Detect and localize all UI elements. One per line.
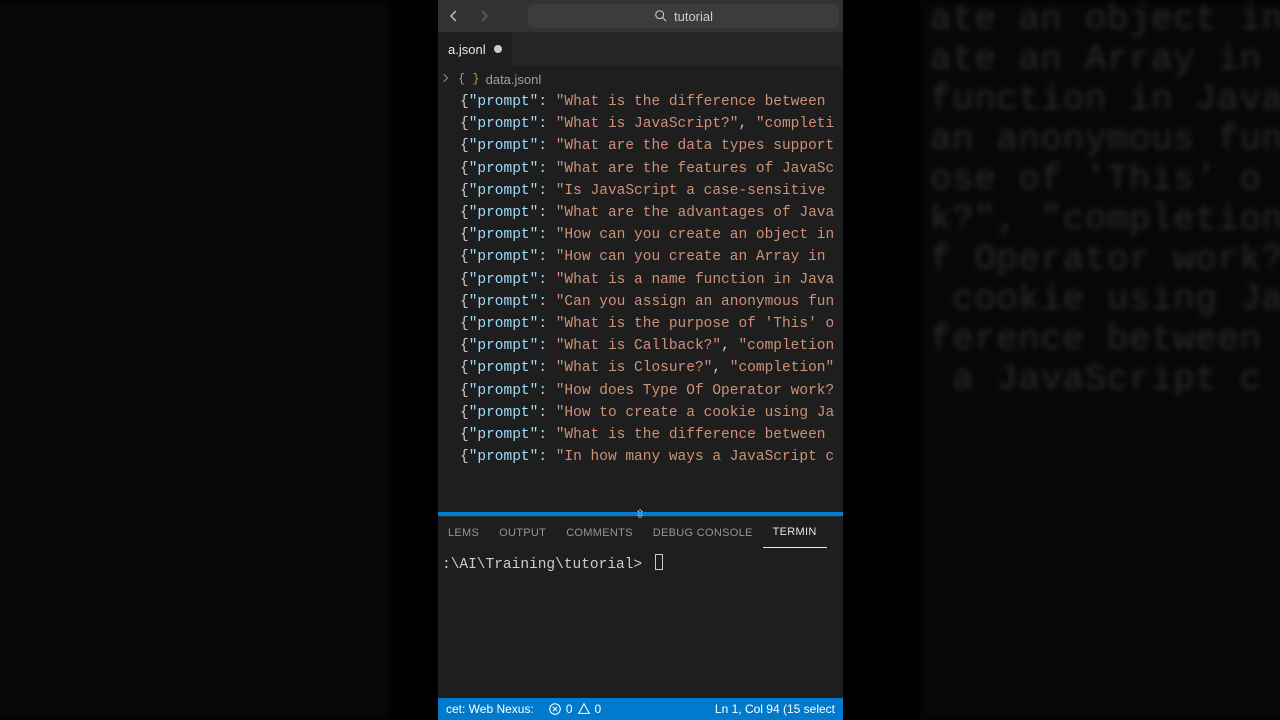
json-file-icon: { } [458,72,480,86]
nav-forward-button[interactable] [472,4,496,28]
code-line[interactable]: {"prompt": "What is the difference betwe… [460,424,843,446]
code-line[interactable]: {"prompt": "What are the features of Jav… [460,158,843,180]
code-line[interactable]: {"prompt": "What are the data types supp… [460,135,843,157]
code-line[interactable]: {"prompt": "What is the purpose of 'This… [460,313,843,335]
panel-resize-handle[interactable]: ⇳ [438,512,843,516]
breadcrumb[interactable]: { } data.jsonl [438,67,843,91]
terminal-cursor-icon [655,554,663,570]
code-line[interactable]: {"prompt": "What is JavaScript?", "compl… [460,113,843,135]
code-line[interactable]: {"prompt": "Is JavaScript a case-sensiti… [460,180,843,202]
terminal-prompt-line: :\AI\Training\tutorial> [442,554,843,573]
status-problems[interactable]: 0 0 [548,702,601,716]
panel-tab-problems[interactable]: LEMS [438,517,489,548]
vscode-window: tutorial a.jsonl { } data.jsonl {"prompt… [438,0,843,720]
resize-cursor-icon: ⇳ [634,506,646,522]
terminal[interactable]: :\AI\Training\tutorial> [438,548,843,698]
code-line[interactable]: {"prompt": "What are the advantages of J… [460,202,843,224]
panel-tab-comments[interactable]: COMMENTS [556,517,643,548]
error-icon [548,702,562,716]
panel-tab-debug-console[interactable]: DEBUG CONSOLE [643,517,763,548]
tab-filename: a.jsonl [448,42,486,57]
search-icon [654,9,668,23]
code-line[interactable]: {"prompt": "Can you assign an anonymous … [460,291,843,313]
panel-tab-output[interactable]: OUTPUT [489,517,556,548]
status-bar: cet: Web Nexus: 0 0 Ln 1, Col 94 (15 sel… [438,698,843,720]
code-line[interactable]: {"prompt": "How to create a cookie using… [460,402,843,424]
code-line[interactable]: {"prompt": "How does Type Of Operator wo… [460,380,843,402]
status-cursor-position[interactable]: Ln 1, Col 94 (15 select [715,702,835,716]
breadcrumb-filename: data.jsonl [486,72,542,87]
warning-icon [577,702,591,716]
background-blur-right: ate an object inate an Array in function… [920,0,1280,720]
editor-tab-row: a.jsonl [438,32,843,67]
command-center-search[interactable]: tutorial [528,4,839,28]
dirty-indicator-icon [494,45,502,53]
background-blur-left: {"prompt":{"prompt":{"prompt":{"prompt":… [0,0,390,720]
editor-tab[interactable]: a.jsonl [438,32,513,67]
code-line[interactable]: {"prompt": "In how many ways a JavaScrip… [460,446,843,468]
code-line[interactable]: {"prompt": "What is Callback?", "complet… [460,335,843,357]
panel-tab-terminal[interactable]: TERMIN [763,517,827,548]
nav-back-button[interactable] [442,4,466,28]
code-line[interactable]: {"prompt": "What is the difference betwe… [460,91,843,113]
command-center-text: tutorial [674,9,713,24]
chevron-right-icon [440,72,452,87]
code-line[interactable]: {"prompt": "What is Closure?", "completi… [460,357,843,379]
title-bar: tutorial [438,0,843,32]
code-line[interactable]: {"prompt": "How can you create an object… [460,224,843,246]
code-editor[interactable]: {"prompt": "What is the difference betwe… [438,91,843,512]
code-line[interactable]: {"prompt": "How can you create an Array … [460,246,843,268]
code-line[interactable]: {"prompt": "What is a name function in J… [460,269,843,291]
status-project[interactable]: cet: Web Nexus: [446,702,534,716]
